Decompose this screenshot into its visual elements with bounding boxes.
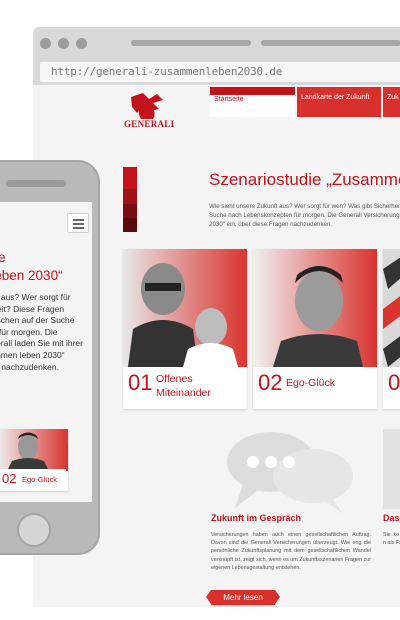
color-stripe — [123, 167, 137, 189]
card-number: 01 — [128, 370, 153, 395]
card-number: 02 — [258, 370, 283, 395]
section-illustration — [383, 429, 400, 509]
card-label: Ego-Glück — [286, 377, 336, 389]
address-bar[interactable]: http://generali-zusammenleben2030.de — [40, 62, 400, 82]
phone-speaker — [6, 180, 66, 187]
card-label: Offenes — [156, 373, 193, 385]
phone-screen: udie n leben 2030“ kunft aus? Wer sorgt … — [0, 202, 92, 502]
phone-intro-text: kunft aus? Wer sorgt für herheit? Diese … — [0, 292, 83, 372]
section-text: Versicherungen haben auch einen gesellsc… — [211, 532, 371, 571]
menu-icon[interactable] — [67, 213, 89, 233]
section-title: Zukunft im Gespräch — [211, 513, 302, 523]
card-label: Ego-Glück — [22, 475, 58, 484]
next-arrow-icon[interactable]: › — [66, 445, 68, 471]
browser-tab[interactable] — [261, 40, 400, 46]
logo-wordmark: GENERALI — [124, 119, 175, 129]
phone-mockup: udie n leben 2030“ kunft aus? Wer sorgt … — [0, 160, 100, 555]
browser-chrome: http://generali-zusammenleben2030.de — [33, 27, 400, 85]
color-stripe — [123, 218, 137, 232]
window-dot-icon[interactable] — [40, 38, 51, 49]
scenario-card[interactable]: 0 — [383, 249, 400, 409]
scenario-card[interactable]: 01 Offenes Miteinander — [123, 249, 247, 409]
scenario-photo — [0, 429, 68, 469]
url-text: http://generali-zusammenleben2030.de — [51, 65, 283, 78]
speech-bubbles-icon — [227, 432, 353, 514]
nav-tab-zukunft[interactable]: Zuk — [383, 87, 400, 117]
scenario-card[interactable]: 02 Ego-Glück › — [0, 429, 68, 491]
scenario-photo — [383, 249, 400, 367]
card-label: Miteinander — [156, 387, 211, 399]
scenario-card[interactable]: 02 Ego-Glück — [253, 249, 377, 409]
section-title: Das — [383, 513, 400, 523]
color-stripe — [123, 204, 137, 218]
home-button[interactable] — [17, 513, 51, 547]
promo-composition: http://generali-zusammenleben2030.de GEN… — [0, 0, 400, 620]
nav-tab-landkarte[interactable]: Landkarte der Zukunft — [297, 87, 381, 117]
nav-tab-startseite[interactable]: Startseite — [210, 87, 295, 117]
phone-title: udie n leben 2030“ — [0, 250, 63, 283]
card-number: 02 — [2, 471, 17, 486]
card-number: 0 — [388, 370, 400, 395]
window-dot-icon[interactable] — [58, 38, 69, 49]
window-dot-icon[interactable] — [76, 38, 87, 49]
page-title: Szenariostudie „Zusammen l — [209, 170, 400, 189]
scenario-photo — [123, 249, 247, 367]
color-stripe — [123, 189, 137, 204]
browser-tab[interactable] — [131, 40, 251, 46]
more-button[interactable]: Mehr lesen — [206, 590, 280, 605]
section-text: Sie ke viele n als Fa — [383, 532, 400, 547]
scenario-photo — [253, 249, 377, 367]
intro-text: Wie sieht unsere Zukunft aus? Wer sorgt … — [209, 203, 400, 228]
